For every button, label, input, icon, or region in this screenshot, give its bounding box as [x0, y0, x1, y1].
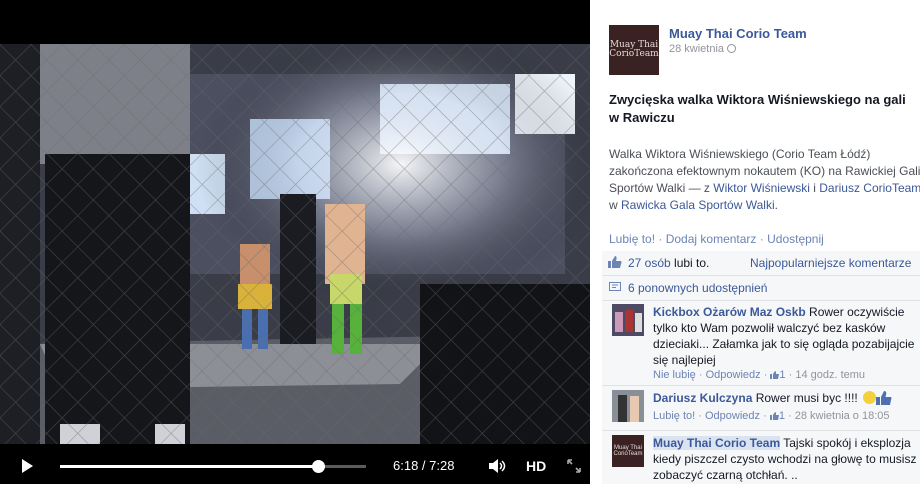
- comment-avatar[interactable]: Muay Thai CorioTeam: [612, 435, 644, 467]
- hd-toggle[interactable]: HD: [526, 458, 546, 474]
- location-link[interactable]: Rawicka Gala Sportów Walki: [621, 198, 775, 212]
- reply-link[interactable]: Odpowiedz: [706, 369, 761, 381]
- comment-text: Muay Thai Corio Team Tajski spokój i eks…: [653, 435, 920, 483]
- post-body: Walka Wiktora Wiśniewskiego (Corio Team …: [609, 146, 920, 214]
- video-frame[interactable]: [0, 44, 590, 444]
- likes-suffix: lubi to.: [670, 256, 710, 270]
- like-icon: [769, 412, 779, 420]
- avatar-logo-line2: CorioTeam: [609, 49, 659, 59]
- shares-link[interactable]: 6 ponownych udostępnień: [628, 281, 767, 295]
- location-prefix: w: [609, 198, 621, 212]
- comment-author[interactable]: Kickbox Ożarów Maz Oskb: [653, 305, 806, 319]
- like-comment-link[interactable]: Lubię to!: [653, 410, 695, 422]
- video-player[interactable]: 6:18 / 7:28 HD: [0, 0, 590, 484]
- comment-text: Kickbox Ożarów Maz Oskb Rower oczywiście…: [653, 304, 920, 368]
- volume-icon[interactable]: [489, 459, 507, 473]
- comment-author[interactable]: Dariusz Kulczyna: [653, 391, 752, 405]
- shares-row: 6 ponownych udostępnień: [602, 276, 920, 301]
- fullscreen-icon[interactable]: [567, 459, 581, 473]
- video-frame-image: [0, 44, 590, 444]
- comment: Muay Thai CorioTeam Muay Thai Corio Team …: [602, 432, 920, 484]
- seek-handle[interactable]: [311, 460, 325, 473]
- comment-body: Rower musi byc !!!!: [752, 391, 862, 405]
- comment: Kickbox Ożarów Maz Oskb Rower oczywiście…: [602, 301, 920, 386]
- avatar-logo-line2: CorioTeam: [613, 451, 643, 457]
- top-comments-toggle[interactable]: Najpopularniejsze komentarze: [750, 256, 911, 270]
- post-date-text[interactable]: 28 kwietnia: [669, 43, 724, 55]
- action-sep-1: ·: [655, 232, 666, 246]
- post-actions: Lubię to! · Dodaj komentarz · Udostępnij: [609, 232, 824, 246]
- comment-time[interactable]: 28 kwietnia o 18:05: [795, 410, 890, 422]
- like-icon: [608, 256, 622, 268]
- like-link[interactable]: Lubię to!: [609, 232, 655, 246]
- globe-icon: [727, 44, 737, 53]
- likes-count-link[interactable]: 27 osób: [628, 256, 671, 270]
- comment: Dariusz Kulczyna Rower musi byc !!!! Lub…: [602, 387, 920, 431]
- smile-emoji-icon: [863, 391, 877, 404]
- tag-link-1[interactable]: Wiktor Wiśniewski: [713, 181, 810, 195]
- play-icon[interactable]: [22, 459, 33, 473]
- likes-summary: 27 osób lubi to.: [628, 256, 709, 270]
- reply-link[interactable]: Odpowiedz: [705, 410, 760, 422]
- share-icon: [609, 282, 621, 291]
- comment-avatar[interactable]: [612, 304, 644, 336]
- seek-bar[interactable]: [60, 460, 366, 473]
- page-name-link[interactable]: Muay Thai Corio Team: [669, 26, 807, 41]
- post-title: Zwycięska walka Wiktora Wiśniewskiego na…: [609, 92, 906, 125]
- tag-link-2[interactable]: Dariusz CorioTeam: [819, 181, 920, 195]
- comment-meta: Lubię to! · Odpowiedz · 1 · 28 kwietnia …: [653, 410, 890, 422]
- action-sep-2: ·: [756, 232, 768, 246]
- comment-like-count[interactable]: 1: [779, 369, 785, 381]
- post-date: 28 kwietnia: [669, 43, 737, 55]
- post-panel: Muay Thai CorioTeam Muay Thai Corio Team…: [590, 0, 920, 484]
- video-controls: 6:18 / 7:28 HD: [0, 448, 590, 484]
- unlike-link[interactable]: Nie lubię: [653, 369, 696, 381]
- comment-link[interactable]: Dodaj komentarz: [666, 232, 757, 246]
- thumbs-up-icon: [876, 391, 892, 405]
- page-avatar[interactable]: Muay Thai CorioTeam: [609, 25, 659, 75]
- comment-meta: Nie lubię · Odpowiedz · 1 · 14 godz. tem…: [653, 369, 866, 381]
- likes-row: 27 osób lubi to. Najpopularniejsze komen…: [602, 251, 920, 276]
- comment-time[interactable]: 14 godz. temu: [795, 369, 865, 381]
- comment-text: Dariusz Kulczyna Rower musi byc !!!!: [653, 390, 920, 406]
- feedback-box: 27 osób lubi to. Najpopularniejsze komen…: [602, 251, 920, 484]
- seek-bar-progress: [60, 465, 318, 468]
- comment-avatar[interactable]: [612, 390, 644, 422]
- time-display: 6:18 / 7:28: [393, 458, 455, 473]
- comment-like-count[interactable]: 1: [779, 410, 785, 422]
- share-link[interactable]: Udostępnij: [767, 232, 824, 246]
- comment-author[interactable]: Muay Thai Corio Team: [653, 436, 781, 450]
- tag-separator: i: [809, 181, 820, 195]
- body-end: .: [774, 198, 778, 212]
